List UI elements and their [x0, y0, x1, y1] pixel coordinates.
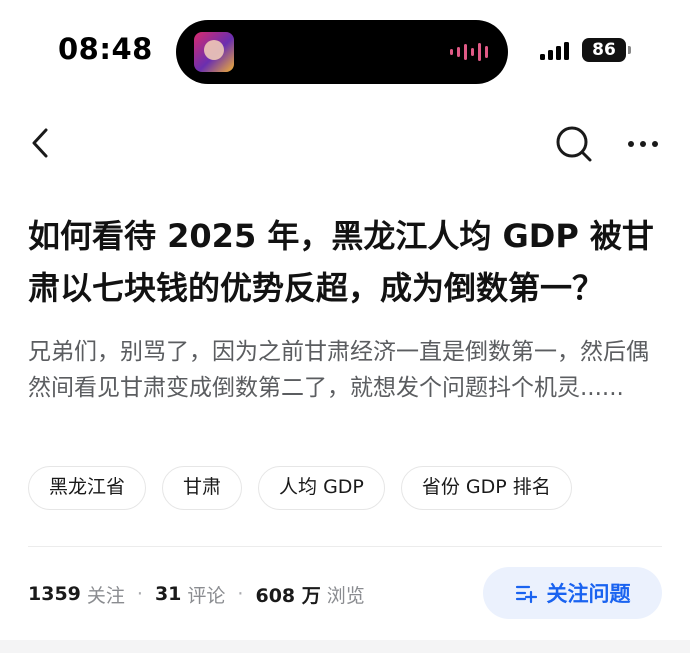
topic-tags: 黑龙江省 甘肃 人均 GDP 省份 GDP 排名	[28, 466, 572, 510]
content-divider-strip	[0, 640, 690, 653]
dynamic-island[interactable]	[176, 20, 508, 84]
now-playing-cover-icon	[194, 32, 234, 72]
comments-count[interactable]: 31	[155, 583, 181, 605]
divider	[28, 546, 662, 547]
nav-bar	[0, 118, 690, 168]
status-time: 08:48	[58, 32, 153, 66]
more-button[interactable]	[622, 122, 666, 166]
topic-tag-province-gdp-ranking[interactable]: 省份 GDP 排名	[400, 466, 572, 510]
back-button[interactable]	[22, 122, 62, 164]
follow-question-button[interactable]: 关注问题	[483, 567, 662, 619]
audio-wave-icon	[450, 42, 488, 62]
followers-count: 1359	[28, 583, 81, 605]
more-horizontal-icon	[628, 141, 658, 147]
search-button[interactable]	[552, 122, 596, 166]
follow-question-label: 关注问题	[546, 582, 631, 606]
cellular-signal-icon	[540, 40, 569, 60]
status-bar: 08:48 86	[0, 0, 690, 100]
question-title: 如何看待 2025 年，黑龙江人均 GDP 被甘肃以七块钱的优势反超，成为倒数第…	[28, 217, 654, 307]
question-stats: 1359 关注 · 31 评论 · 608 万 浏览	[28, 578, 365, 610]
topic-tag-per-capita-gdp[interactable]: 人均 GDP	[258, 466, 385, 510]
search-icon	[556, 126, 592, 162]
battery-indicator: 86	[582, 38, 631, 62]
views-count: 608 万	[255, 584, 321, 607]
question-excerpt[interactable]: 兄弟们，别骂了，因为之前甘肃经济一直是倒数第一，然后偶然间看见甘肃变成倒数第二了…	[28, 334, 668, 406]
views-label: 浏览	[326, 584, 365, 607]
topic-tag-heilongjiang[interactable]: 黑龙江省	[28, 466, 147, 510]
follow-list-plus-icon	[515, 585, 537, 604]
topic-tag-gansu[interactable]: 甘肃	[162, 466, 243, 510]
stats-separator: ·	[237, 583, 244, 605]
stats-separator: ·	[136, 583, 143, 605]
followers-label: 关注	[86, 584, 125, 607]
comments-label[interactable]: 评论	[187, 581, 225, 608]
chevron-left-icon	[32, 128, 48, 158]
